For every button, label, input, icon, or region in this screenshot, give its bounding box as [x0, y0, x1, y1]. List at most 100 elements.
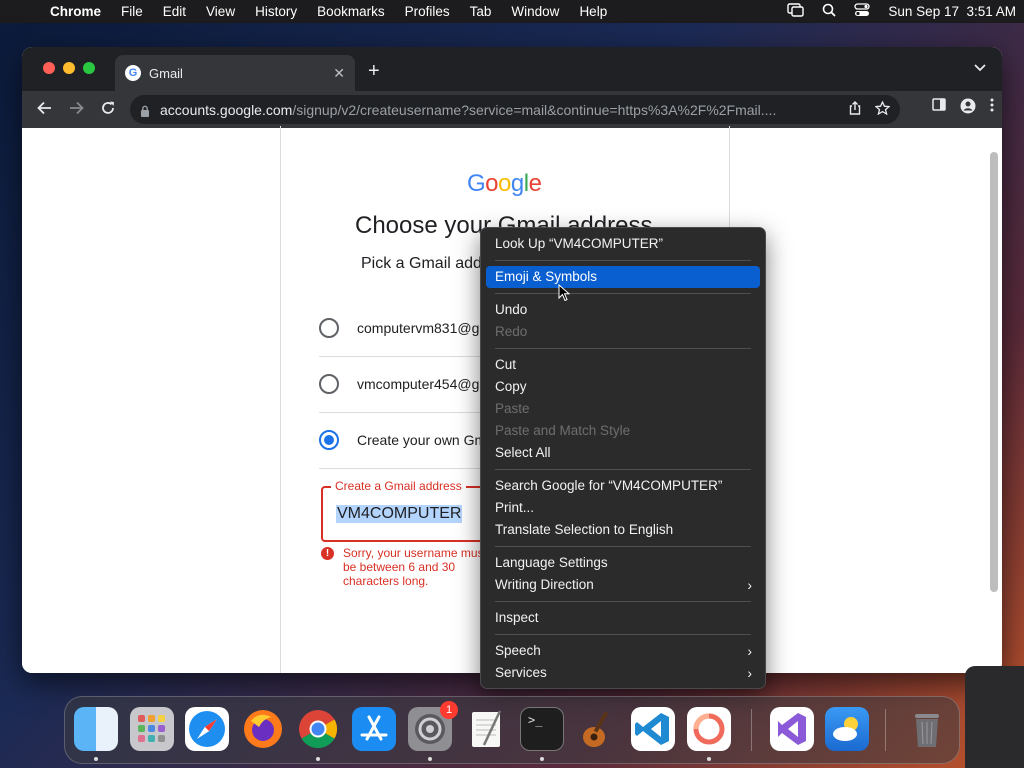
spotlight-search-icon[interactable] — [822, 3, 837, 20]
menu-item-label: Writing Direction — [495, 577, 594, 592]
menu-bookmarks[interactable]: Bookmarks — [317, 4, 385, 19]
page-scrollbar[interactable] — [990, 152, 998, 592]
menu-separator — [495, 293, 751, 294]
context-menu: Look Up “VM4COMPUTER” Emoji & Symbols Un… — [480, 227, 766, 689]
menu-item-paste-match-style: Paste and Match Style — [495, 423, 631, 438]
menu-edit[interactable]: Edit — [163, 4, 186, 19]
garageband-guitar-icon[interactable] — [576, 707, 620, 751]
chrome-menu-kebab-icon[interactable] — [990, 98, 994, 118]
menu-separator — [495, 546, 751, 547]
share-icon[interactable] — [849, 101, 861, 118]
menu-item-inspect[interactable]: Inspect — [486, 607, 760, 629]
weather-icon[interactable] — [825, 707, 869, 751]
field-label: Create a Gmail address — [331, 479, 466, 493]
menu-separator — [495, 348, 751, 349]
url-host: accounts.google.com — [160, 101, 293, 118]
notification-badge: 1 — [440, 701, 458, 719]
system-settings-icon[interactable]: 1 — [408, 701, 458, 751]
screen-mirroring-icon[interactable] — [787, 3, 805, 20]
menu-item-cut[interactable]: Cut — [486, 354, 760, 376]
radio-button[interactable] — [319, 374, 339, 394]
menu-view[interactable]: View — [206, 4, 235, 19]
menu-bar-clock[interactable]: Sun Sep 17 3:51 AM — [888, 4, 1016, 19]
menu-item-undo[interactable]: Undo — [486, 299, 760, 321]
running-indicator — [428, 757, 432, 761]
trash-icon[interactable] — [905, 707, 949, 751]
menu-help[interactable]: Help — [579, 4, 607, 19]
control-center-icon[interactable] — [854, 3, 871, 20]
close-window-button[interactable] — [43, 62, 55, 74]
tab-strip: G Gmail ✕ + — [22, 47, 1002, 91]
menu-tab[interactable]: Tab — [470, 4, 492, 19]
menu-app-name[interactable]: Chrome — [50, 4, 101, 19]
new-tab-plus-icon[interactable]: + — [368, 60, 380, 83]
menu-separator — [495, 601, 751, 602]
running-indicator — [316, 757, 320, 761]
menu-file[interactable]: File — [121, 4, 143, 19]
menu-separator — [495, 260, 751, 261]
finder-icon[interactable] — [74, 707, 118, 751]
radio-button[interactable] — [319, 318, 339, 338]
error-message: ! Sorry, your username must be between 6… — [321, 546, 491, 588]
bookmark-star-icon[interactable] — [874, 100, 891, 118]
google-logo: Google — [467, 170, 542, 197]
address-bar[interactable]: accounts.google.com /signup/v2/createuse… — [130, 95, 900, 124]
terminal-prompt-glyph: >_ — [528, 713, 543, 727]
window-controls — [43, 62, 95, 74]
app-store-icon[interactable] — [352, 707, 396, 751]
menu-profiles[interactable]: Profiles — [405, 4, 450, 19]
menu-item-emoji-symbols[interactable]: Emoji & Symbols — [486, 266, 760, 288]
running-indicator — [707, 757, 711, 761]
vscode-icon[interactable] — [631, 707, 675, 751]
postman-like-app-icon[interactable] — [687, 707, 731, 751]
visual-studio-icon[interactable] — [770, 707, 814, 751]
safari-icon[interactable] — [185, 707, 229, 751]
submenu-chevron-icon: › — [747, 665, 752, 681]
menu-item-writing-direction[interactable]: Writing Direction › — [486, 574, 760, 596]
menu-item-translate[interactable]: Translate Selection to English — [486, 519, 760, 541]
textedit-icon[interactable] — [464, 707, 508, 751]
launchpad-icon[interactable] — [130, 707, 174, 751]
tab-title: Gmail — [149, 65, 183, 81]
background-window-edge — [965, 666, 1024, 768]
tab-gmail[interactable]: G Gmail ✕ — [115, 55, 355, 91]
reload-icon[interactable] — [92, 100, 124, 120]
firefox-icon[interactable] — [241, 707, 285, 751]
forward-arrow-icon[interactable] — [60, 100, 92, 120]
menu-separator — [495, 634, 751, 635]
back-arrow-icon[interactable] — [28, 100, 60, 120]
menu-item-look-up[interactable]: Look Up “VM4COMPUTER” — [486, 233, 760, 255]
profile-avatar-icon[interactable] — [960, 98, 976, 118]
menu-history[interactable]: History — [255, 4, 297, 19]
zoom-window-button[interactable] — [83, 62, 95, 74]
menu-item-label: Speech — [495, 643, 541, 658]
macos-menu-bar: Chrome File Edit View History Bookmarks … — [0, 0, 1024, 23]
close-tab-icon[interactable]: ✕ — [333, 65, 345, 82]
menu-item-search-google[interactable]: Search Google for “VM4COMPUTER” — [486, 475, 760, 497]
dock-divider — [885, 709, 886, 751]
menu-item-copy[interactable]: Copy — [486, 376, 760, 398]
menu-separator — [495, 469, 751, 470]
dock: 1 >_ — [64, 696, 960, 764]
menu-item-services[interactable]: Services › — [486, 662, 760, 684]
running-indicator — [540, 757, 544, 761]
radio-button-selected[interactable] — [319, 430, 339, 450]
field-value-selected[interactable]: VM4COMPUTER — [336, 505, 463, 523]
tab-search-chevron-icon[interactable] — [974, 61, 986, 75]
menu-window[interactable]: Window — [511, 4, 559, 19]
terminal-icon[interactable]: >_ — [520, 707, 564, 751]
menu-item-select-all[interactable]: Select All — [486, 442, 760, 464]
browser-toolbar: accounts.google.com /signup/v2/createuse… — [22, 91, 1002, 128]
menu-item-paste: Paste — [495, 401, 530, 416]
menu-item-print[interactable]: Print... — [486, 497, 760, 519]
url-path: /signup/v2/createusername?service=mail&c… — [292, 101, 777, 118]
menu-item-language-settings[interactable]: Language Settings — [486, 552, 760, 574]
side-panel-icon[interactable] — [932, 98, 946, 118]
chrome-icon[interactable] — [296, 707, 340, 751]
menu-item-speech[interactable]: Speech › — [486, 640, 760, 662]
submenu-chevron-icon: › — [747, 577, 752, 593]
lock-icon[interactable] — [140, 104, 150, 117]
menu-item-redo: Redo — [495, 324, 528, 339]
submenu-chevron-icon: › — [747, 643, 752, 659]
minimize-window-button[interactable] — [63, 62, 75, 74]
